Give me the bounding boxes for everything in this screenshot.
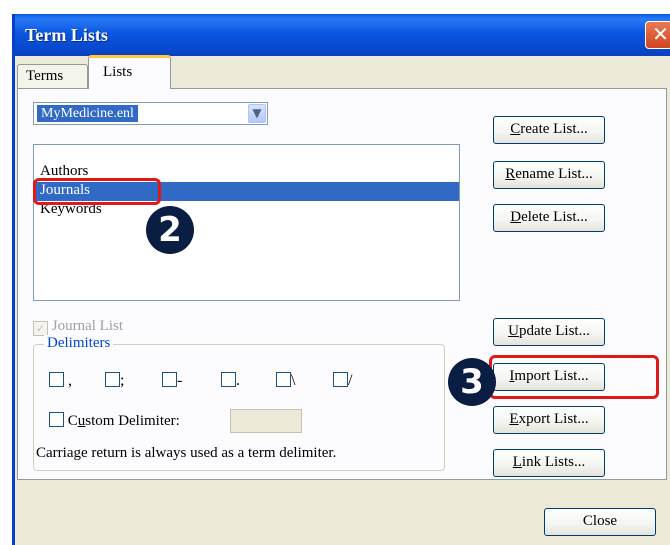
title-bar[interactable]: Term Lists ✕ bbox=[15, 14, 670, 56]
chevron-down-icon[interactable]: ▼ bbox=[248, 104, 266, 123]
library-select-value: MyMedicine.enl bbox=[37, 105, 138, 122]
library-select[interactable]: MyMedicine.enl ▼ bbox=[33, 102, 268, 125]
delimiter-period-checkbox[interactable]: . bbox=[221, 372, 240, 390]
checkbox-icon bbox=[221, 372, 236, 387]
checkbox-icon bbox=[276, 372, 291, 387]
window-title: Term Lists bbox=[25, 25, 108, 45]
delimiter-dash-checkbox[interactable]: - bbox=[162, 372, 182, 390]
custom-delimiter-checkbox[interactable]: Custom Delimiter: bbox=[49, 412, 180, 430]
delimiter-comma-checkbox[interactable]: , bbox=[49, 372, 72, 390]
step-2-badge: 2 bbox=[146, 206, 194, 254]
export-list-button[interactable]: Export List... bbox=[493, 406, 605, 434]
term-list-box[interactable]: Authors Journals Keywords bbox=[33, 144, 460, 301]
checkbox-icon bbox=[49, 372, 64, 387]
update-list-button[interactable]: Update List... bbox=[493, 318, 605, 346]
delete-list-button[interactable]: Delete List... bbox=[493, 204, 605, 232]
close-icon[interactable]: ✕ bbox=[645, 21, 670, 49]
rename-list-button[interactable]: Rename List... bbox=[493, 161, 605, 189]
delimiter-note: Carriage return is always used as a term… bbox=[36, 445, 337, 461]
checkmark-icon: ✓ bbox=[33, 321, 48, 336]
delimiter-backslash-checkbox[interactable]: \ bbox=[276, 372, 295, 390]
delimiters-group-label: Delimiters bbox=[44, 335, 114, 352]
journals-highlight bbox=[33, 178, 161, 205]
tab-terms[interactable]: Terms bbox=[17, 64, 88, 88]
step-3-badge: 3 bbox=[448, 358, 496, 406]
close-button[interactable]: Close bbox=[544, 508, 656, 536]
delimiter-slash-checkbox[interactable]: / bbox=[333, 372, 352, 390]
checkbox-icon bbox=[105, 372, 120, 387]
link-lists-button[interactable]: Link Lists... bbox=[493, 449, 605, 477]
checkbox-icon bbox=[333, 372, 348, 387]
delimiter-semicolon-checkbox[interactable]: ; bbox=[105, 372, 124, 390]
import-list-highlight bbox=[489, 355, 659, 399]
create-list-button[interactable]: Create List... bbox=[493, 116, 605, 144]
custom-delimiter-input[interactable] bbox=[230, 409, 302, 433]
journal-list-checkbox[interactable]: ✓ Journal List bbox=[33, 318, 123, 336]
tab-lists[interactable]: Lists bbox=[88, 55, 171, 89]
checkbox-icon bbox=[162, 372, 177, 387]
checkbox-icon bbox=[49, 412, 64, 427]
journal-list-label: Journal List bbox=[51, 318, 123, 334]
